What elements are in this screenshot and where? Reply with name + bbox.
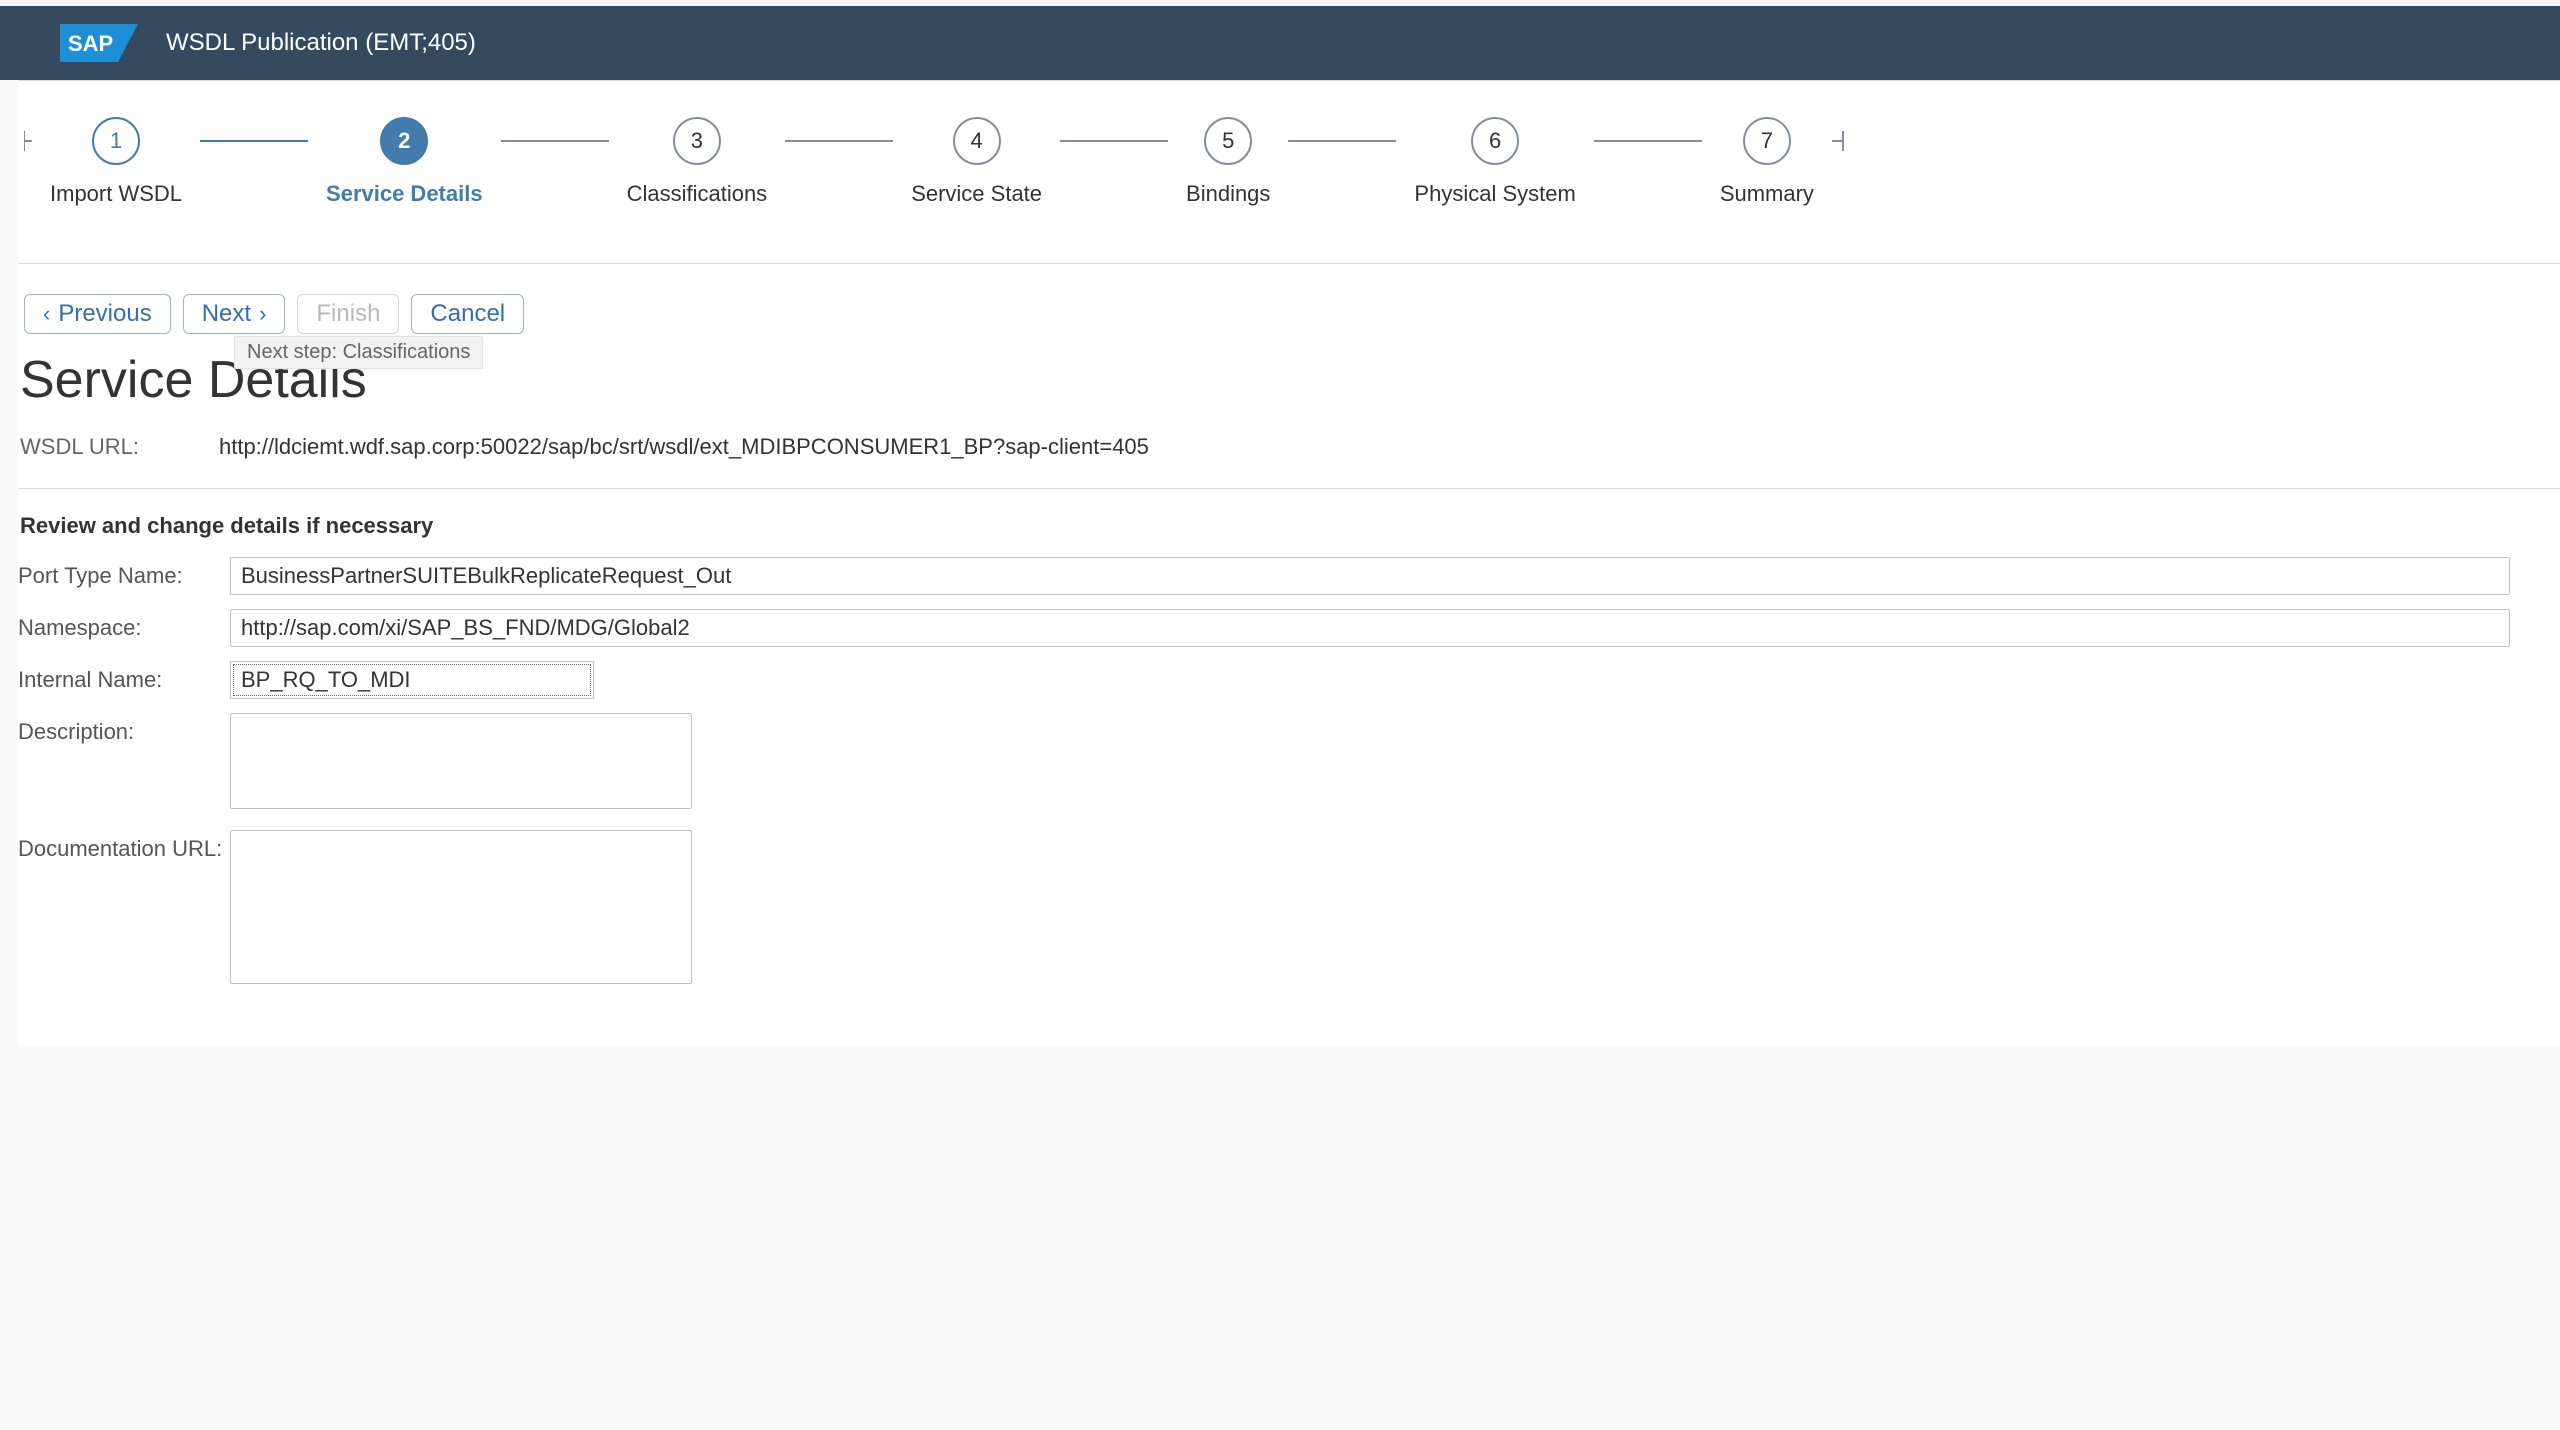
wsdl-url-label: WSDL URL: bbox=[20, 434, 139, 460]
wizard-step-number: 7 bbox=[1743, 117, 1791, 165]
chevron-right-icon: › bbox=[259, 303, 266, 325]
button-label: Cancel bbox=[430, 300, 505, 328]
namespace-label: Namespace: bbox=[18, 609, 230, 641]
sap-logo: SAP bbox=[60, 24, 138, 62]
port-type-name-label: Port Type Name: bbox=[18, 557, 230, 589]
wizard-step-bindings[interactable]: 5 Bindings bbox=[1168, 117, 1288, 207]
wizard-progress: 1 Import WSDL 2 Service Details 3 Classi… bbox=[18, 81, 2560, 235]
wizard-end-cap bbox=[1832, 117, 1846, 165]
wizard-step-label: Physical System bbox=[1396, 181, 1593, 207]
wizard-step-label: Service State bbox=[893, 181, 1060, 207]
wizard-step-number: 2 bbox=[380, 117, 428, 165]
wizard-connector bbox=[785, 117, 893, 165]
wizard-step-label: Classifications bbox=[609, 181, 786, 207]
svg-text:SAP: SAP bbox=[68, 31, 113, 56]
app-window: SAP WSDL Publication (EMT;405) 1 Import … bbox=[0, 6, 2560, 1430]
namespace-row: Namespace: bbox=[18, 609, 2560, 647]
wizard-step-summary[interactable]: 7 Summary bbox=[1702, 117, 1832, 207]
wizard-step-label: Service Details bbox=[308, 181, 501, 207]
content-area: 1 Import WSDL 2 Service Details 3 Classi… bbox=[18, 80, 2560, 1045]
wizard-step-service-state[interactable]: 4 Service State bbox=[893, 117, 1060, 207]
button-label: Previous bbox=[58, 300, 151, 328]
wizard-step-number: 4 bbox=[953, 117, 1001, 165]
description-textarea[interactable] bbox=[230, 713, 692, 809]
wizard-connector bbox=[1060, 117, 1168, 165]
page-title: WSDL Publication (EMT;405) bbox=[166, 29, 476, 57]
wizard-step-number: 3 bbox=[673, 117, 721, 165]
wizard-button-bar: ‹ Previous Next › Finish Cancel Next ste… bbox=[18, 264, 2560, 334]
wizard-step-label: Import WSDL bbox=[32, 181, 200, 207]
internal-name-input[interactable] bbox=[230, 661, 594, 699]
description-label: Description: bbox=[18, 713, 230, 745]
app-header: SAP WSDL Publication (EMT;405) bbox=[0, 6, 2560, 80]
wsdl-url-value: http://ldciemt.wdf.sap.corp:50022/sap/bc… bbox=[219, 434, 1149, 460]
wizard-step-physical-system[interactable]: 6 Physical System bbox=[1396, 117, 1593, 207]
wizard-step-label: Bindings bbox=[1168, 181, 1288, 207]
chevron-left-icon: ‹ bbox=[43, 303, 50, 325]
wizard-step-classifications[interactable]: 3 Classifications bbox=[609, 117, 786, 207]
namespace-input[interactable] bbox=[230, 609, 2510, 647]
wizard-step-number: 1 bbox=[92, 117, 140, 165]
previous-button[interactable]: ‹ Previous bbox=[24, 294, 171, 334]
wizard-start-cap bbox=[18, 117, 32, 165]
next-button-tooltip: Next step: Classifications bbox=[234, 336, 483, 369]
port-type-name-row: Port Type Name: bbox=[18, 557, 2560, 595]
wizard-step-import-wsdl[interactable]: 1 Import WSDL bbox=[32, 117, 200, 207]
internal-name-row: Internal Name: bbox=[18, 661, 2560, 699]
wizard-step-number: 5 bbox=[1204, 117, 1252, 165]
wsdl-url-row: WSDL URL: http://ldciemt.wdf.sap.corp:50… bbox=[18, 410, 2560, 488]
finish-button: Finish bbox=[297, 294, 399, 334]
wizard-step-label: Summary bbox=[1702, 181, 1832, 207]
wizard-connector bbox=[1594, 117, 1702, 165]
doc-url-textarea[interactable] bbox=[230, 830, 692, 984]
wizard-connector bbox=[200, 117, 308, 165]
button-label: Next bbox=[202, 300, 251, 328]
doc-url-row: Documentation URL: bbox=[18, 830, 2560, 991]
description-row: Description: bbox=[18, 713, 2560, 816]
doc-url-label: Documentation URL: bbox=[18, 830, 230, 862]
cancel-button[interactable]: Cancel bbox=[411, 294, 524, 334]
button-label: Finish bbox=[316, 300, 380, 328]
wizard-connector bbox=[1288, 117, 1396, 165]
internal-name-label: Internal Name: bbox=[18, 661, 230, 693]
form-section-subtitle: Review and change details if necessary bbox=[18, 489, 2560, 557]
port-type-name-input[interactable] bbox=[230, 557, 2510, 595]
wizard-step-number: 6 bbox=[1471, 117, 1519, 165]
wizard-connector bbox=[501, 117, 609, 165]
next-button[interactable]: Next › bbox=[183, 294, 286, 334]
wizard-step-service-details[interactable]: 2 Service Details bbox=[308, 117, 501, 207]
